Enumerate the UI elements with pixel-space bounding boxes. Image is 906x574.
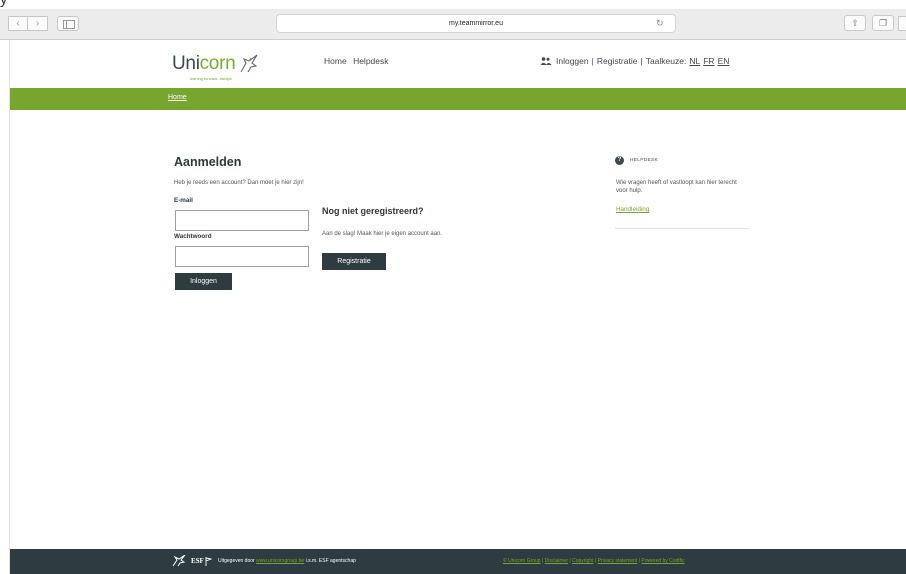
esf-flag-icon	[205, 556, 212, 566]
helpdesk-title: Helpdesk	[630, 158, 658, 163]
caption-strip: y	[0, 0, 906, 9]
tabs-overview-icon[interactable]: ❐	[872, 15, 894, 31]
reload-icon[interactable]: ↻	[656, 14, 664, 33]
breadcrumb: Home	[10, 88, 906, 110]
logo-wordmark: Unicorn	[172, 53, 236, 74]
separator: |	[640, 56, 643, 66]
back-button[interactable]: ‹	[8, 16, 28, 31]
publisher-prefix: Uitgegeven door	[218, 558, 257, 564]
breadcrumb-home[interactable]: Home	[168, 94, 187, 101]
footer-links: © Unicorn Group | Disclaimer | Copyright…	[503, 558, 684, 564]
extension-button[interactable]	[898, 16, 906, 31]
footer-logos: ESF	[172, 555, 212, 567]
login-subtitle: Heb je reeds een account? Dan moet je hi…	[174, 180, 304, 186]
login-link[interactable]: Inloggen	[556, 56, 589, 66]
password-field[interactable]	[175, 246, 309, 267]
login-button[interactable]: Inloggen	[175, 273, 232, 290]
register-text: Aan de slag! Maak hier je eigen account …	[322, 231, 443, 237]
caption-fragment: y	[0, 0, 8, 8]
web-page: Unicorn leaning forward, always Home Hel…	[9, 40, 906, 574]
publisher-link[interactable]: www.unicorngroup.be	[256, 558, 304, 564]
email-field[interactable]	[175, 210, 309, 231]
footer-link-unicorn[interactable]: © Unicorn Group	[503, 558, 541, 564]
manual-link[interactable]: Handleiding	[616, 206, 649, 213]
footer-link-codific[interactable]: Powered by Codific	[641, 558, 684, 564]
helpdesk-text: Wie vragen heeft of vastloopt kan hier t…	[616, 180, 737, 194]
logo-text-a: Uni	[172, 53, 200, 74]
utility-nav: Inloggen | Registratie | Taalkeuze: NL F…	[540, 56, 729, 66]
lang-fr[interactable]: FR	[703, 56, 714, 66]
nav-home[interactable]: Home	[324, 56, 347, 66]
footer-link-disclaimer[interactable]: Disclaimer	[545, 558, 568, 564]
separator: |	[591, 56, 594, 66]
footer-link-copyright[interactable]: Copyright	[572, 558, 593, 564]
users-icon	[540, 57, 552, 65]
register-button[interactable]: Registratie	[322, 253, 386, 270]
esf-logo: ESF	[191, 557, 204, 565]
lang-en[interactable]: EN	[718, 56, 730, 66]
lang-nl[interactable]: NL	[689, 56, 700, 66]
address-bar[interactable]: my.teammirror.eu	[276, 14, 676, 33]
unicorn-logo[interactable]: Unicorn leaning forward, always	[172, 53, 260, 81]
register-title: Nog niet geregistreerd?	[322, 206, 424, 216]
login-title: Aanmelden	[174, 155, 242, 169]
history-nav: ‹ ›	[8, 16, 79, 31]
nav-helpdesk[interactable]: Helpdesk	[353, 56, 388, 66]
helpdesk-widget: ? Helpdesk Wie vragen heeft of vastloopt…	[615, 156, 749, 229]
unicorn-head-icon	[240, 54, 258, 73]
publisher-note: Uitgegeven door www.unicorngroup.be i.s.…	[218, 558, 356, 564]
site-footer: ESF Uitgegeven door www.unicorngroup.be …	[10, 549, 906, 574]
site-header: Unicorn leaning forward, always Home Hel…	[10, 40, 906, 88]
password-label: Wachtwoord	[174, 233, 212, 240]
footer-link-privacy[interactable]: Privacy statement	[598, 558, 638, 564]
forward-button[interactable]: ›	[28, 16, 48, 31]
language-label: Taalkeuze:	[645, 56, 687, 66]
sidebar-toggle-icon[interactable]	[57, 16, 79, 31]
register-link[interactable]: Registratie	[597, 56, 638, 66]
logo-tagline: leaning forward, always	[190, 76, 232, 81]
browser-toolbar: ‹ › my.teammirror.eu ↻ ⇧ ❐	[0, 9, 906, 40]
email-label: E-mail	[174, 197, 193, 204]
main-nav: Home Helpdesk	[324, 56, 389, 66]
share-icon[interactable]: ⇧	[844, 15, 866, 31]
unicorn-footer-icon	[172, 555, 186, 567]
logo-text-b: corn	[199, 53, 236, 74]
question-icon: ?	[615, 156, 624, 165]
publisher-suffix: i.s.m. ESF agentschap	[304, 558, 356, 564]
